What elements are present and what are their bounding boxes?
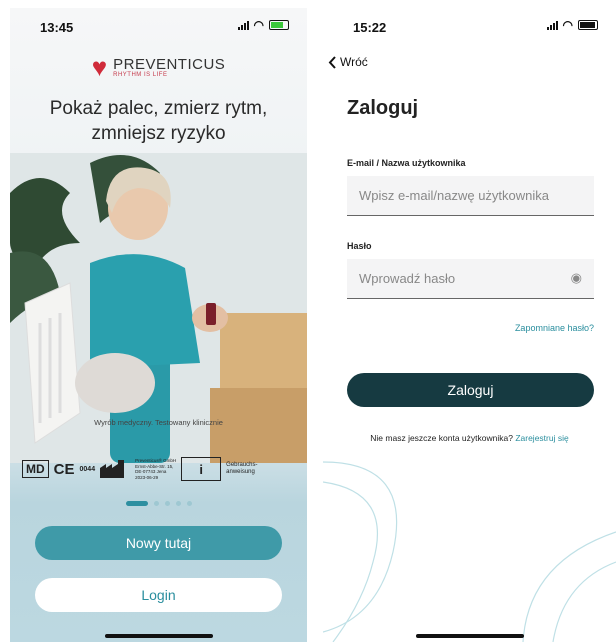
headline: Pokaż palec, zmierz rytm, zmniejsz ryzyk…	[49, 98, 268, 144]
page-dot[interactable]	[175, 501, 181, 506]
ce-mark: CE	[53, 460, 75, 478]
signal-icon	[546, 20, 558, 30]
wifi-icon: ◠	[562, 18, 573, 32]
instructions-icon: i	[181, 457, 222, 481]
signal-icon	[237, 20, 249, 30]
email-placeholder: Wpisz e-mail/nazwę użytkownika	[359, 188, 550, 203]
status-icons: ◠	[546, 18, 598, 32]
password-label: Hasło	[347, 241, 372, 251]
status-bar: 15:22 ◠	[323, 18, 616, 38]
email-label: E-mail / Nazwa użytkownika	[347, 158, 466, 168]
login-screen: 15:22 ◠ Wróć Zaloguj E-mail / Nazwa użyt…	[323, 8, 616, 642]
manufacturer-address: Preventicus® GmbH Ernst-Abbe-Str. 15, DE…	[135, 458, 177, 480]
password-placeholder: Wprowadź hasło	[359, 271, 456, 286]
brand-name: PREVENTICUS	[113, 56, 226, 73]
woman-with-phone-photo	[10, 153, 307, 463]
ce-number: 0044	[79, 465, 96, 473]
chevron-left-icon	[328, 55, 336, 69]
battery-icon	[578, 20, 598, 30]
heart-logo-icon: ♥	[91, 52, 108, 82]
status-time: 15:22	[353, 20, 387, 35]
regulatory-badges: MD CE 0044 Preventicus® GmbH Ernst-Abbe-…	[22, 454, 295, 484]
manufacturer-icon	[100, 460, 125, 478]
onboarding-screen: 13:45 ◠ ♥ PREVENTICUS RHYTHM IS LIFE Pok…	[10, 8, 307, 642]
page-dot-active[interactable]	[125, 501, 148, 506]
email-field[interactable]: Wpisz e-mail/nazwę użytkownika	[347, 176, 594, 216]
medical-device-caption: Wyrób medyczny. Testowany klinicznie	[94, 418, 223, 427]
page-indicator	[10, 501, 307, 506]
md-badge: MD	[22, 460, 49, 478]
forgot-password-link[interactable]: Zapomniane hasło?	[515, 323, 594, 333]
status-icons: ◠	[237, 18, 289, 32]
preventicus-logo: ♥ PREVENTICUS RHYTHM IS LIFE	[10, 52, 307, 82]
page-dot[interactable]	[153, 501, 159, 506]
password-field[interactable]: Wprowadź hasło ◉	[347, 259, 594, 299]
wifi-icon: ◠	[253, 18, 264, 32]
battery-charging-icon	[269, 20, 289, 30]
page-dot[interactable]	[186, 501, 192, 506]
status-bar: 13:45 ◠	[10, 18, 307, 38]
new-here-button[interactable]: Nowy tutaj	[35, 526, 282, 560]
instructions-label: Gebrauchs- anweisung	[226, 462, 258, 475]
submit-login-button[interactable]: Zaloguj	[347, 373, 594, 407]
status-time: 13:45	[40, 20, 74, 35]
back-label: Wróć	[340, 55, 368, 69]
page-title: Zaloguj	[347, 97, 419, 119]
back-button[interactable]: Wróć	[328, 55, 368, 69]
decorative-waves	[323, 461, 616, 642]
eye-icon[interactable]: ◉	[571, 270, 582, 286]
page-dot[interactable]	[164, 501, 170, 506]
home-indicator[interactable]	[104, 634, 213, 638]
home-indicator[interactable]	[415, 634, 524, 638]
login-button[interactable]: Login	[35, 578, 282, 612]
